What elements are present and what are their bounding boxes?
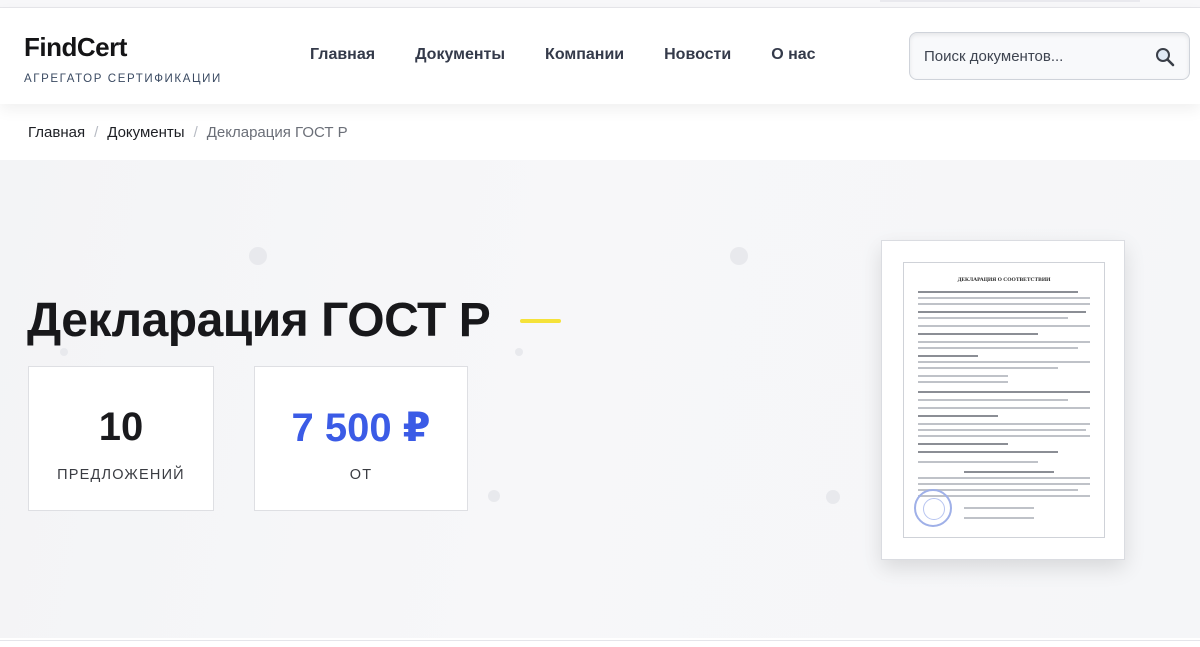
decor-dot <box>60 348 68 356</box>
title-accent <box>520 319 561 323</box>
decor-dot <box>826 490 840 504</box>
page-title: Декларация ГОСТ Р <box>27 294 491 347</box>
hero-section: Декларация ГОСТ Р 10 ПРЕДЛОЖЕНИЙ 7 500 ₽… <box>0 160 1200 638</box>
divider <box>0 640 1200 641</box>
breadcrumb-separator: / <box>94 124 99 141</box>
nav-item-documents[interactable]: Документы <box>415 46 505 64</box>
breadcrumb-home[interactable]: Главная <box>28 124 85 141</box>
document-heading: ДЕКЛАРАЦИЯ О СООТВЕТСТВИИ <box>957 277 1051 283</box>
decor-dot <box>488 490 500 502</box>
search-icon[interactable] <box>1153 45 1177 69</box>
search-input[interactable] <box>924 33 1144 79</box>
decor-dot <box>515 348 523 356</box>
stat-offers: 10 ПРЕДЛОЖЕНИЙ <box>28 366 214 511</box>
nav-item-about[interactable]: О нас <box>771 46 815 64</box>
nav-item-news[interactable]: Новости <box>664 46 731 64</box>
nav-item-home[interactable]: Главная <box>310 46 375 64</box>
document-preview[interactable]: ДЕКЛАРАЦИЯ О СООТВЕТСТВИИ <box>881 240 1125 560</box>
stat-offers-label: ПРЕДЛОЖЕНИЙ <box>57 467 185 483</box>
site-header: FindCert АГРЕГАТОР СЕРТИФИКАЦИИ Главная … <box>0 8 1200 104</box>
decor-dot <box>249 247 267 265</box>
stamp-icon <box>914 489 952 527</box>
logo[interactable]: FindCert <box>24 32 127 63</box>
breadcrumb-current: Декларация ГОСТ Р <box>206 124 348 141</box>
tagline: АГРЕГАТОР СЕРТИФИКАЦИИ <box>24 73 222 85</box>
stat-price-value: 7 500 ₽ <box>291 406 431 450</box>
document-page: ДЕКЛАРАЦИЯ О СООТВЕТСТВИИ <box>903 262 1105 538</box>
stat-offers-value: 10 <box>98 405 144 449</box>
breadcrumb-documents[interactable]: Документы <box>107 124 184 141</box>
breadcrumb-separator: / <box>193 124 198 141</box>
stat-price: 7 500 ₽ ОТ <box>254 366 468 511</box>
search-box <box>909 32 1190 80</box>
breadcrumb: Главная / Документы / Декларация ГОСТ Р <box>28 124 348 141</box>
stat-price-label: ОТ <box>349 467 373 483</box>
decor-dot <box>730 247 748 265</box>
top-strip <box>0 0 1200 8</box>
main-nav: Главная Документы Компании Новости О нас <box>310 46 816 64</box>
nav-item-companies[interactable]: Компании <box>545 46 624 64</box>
